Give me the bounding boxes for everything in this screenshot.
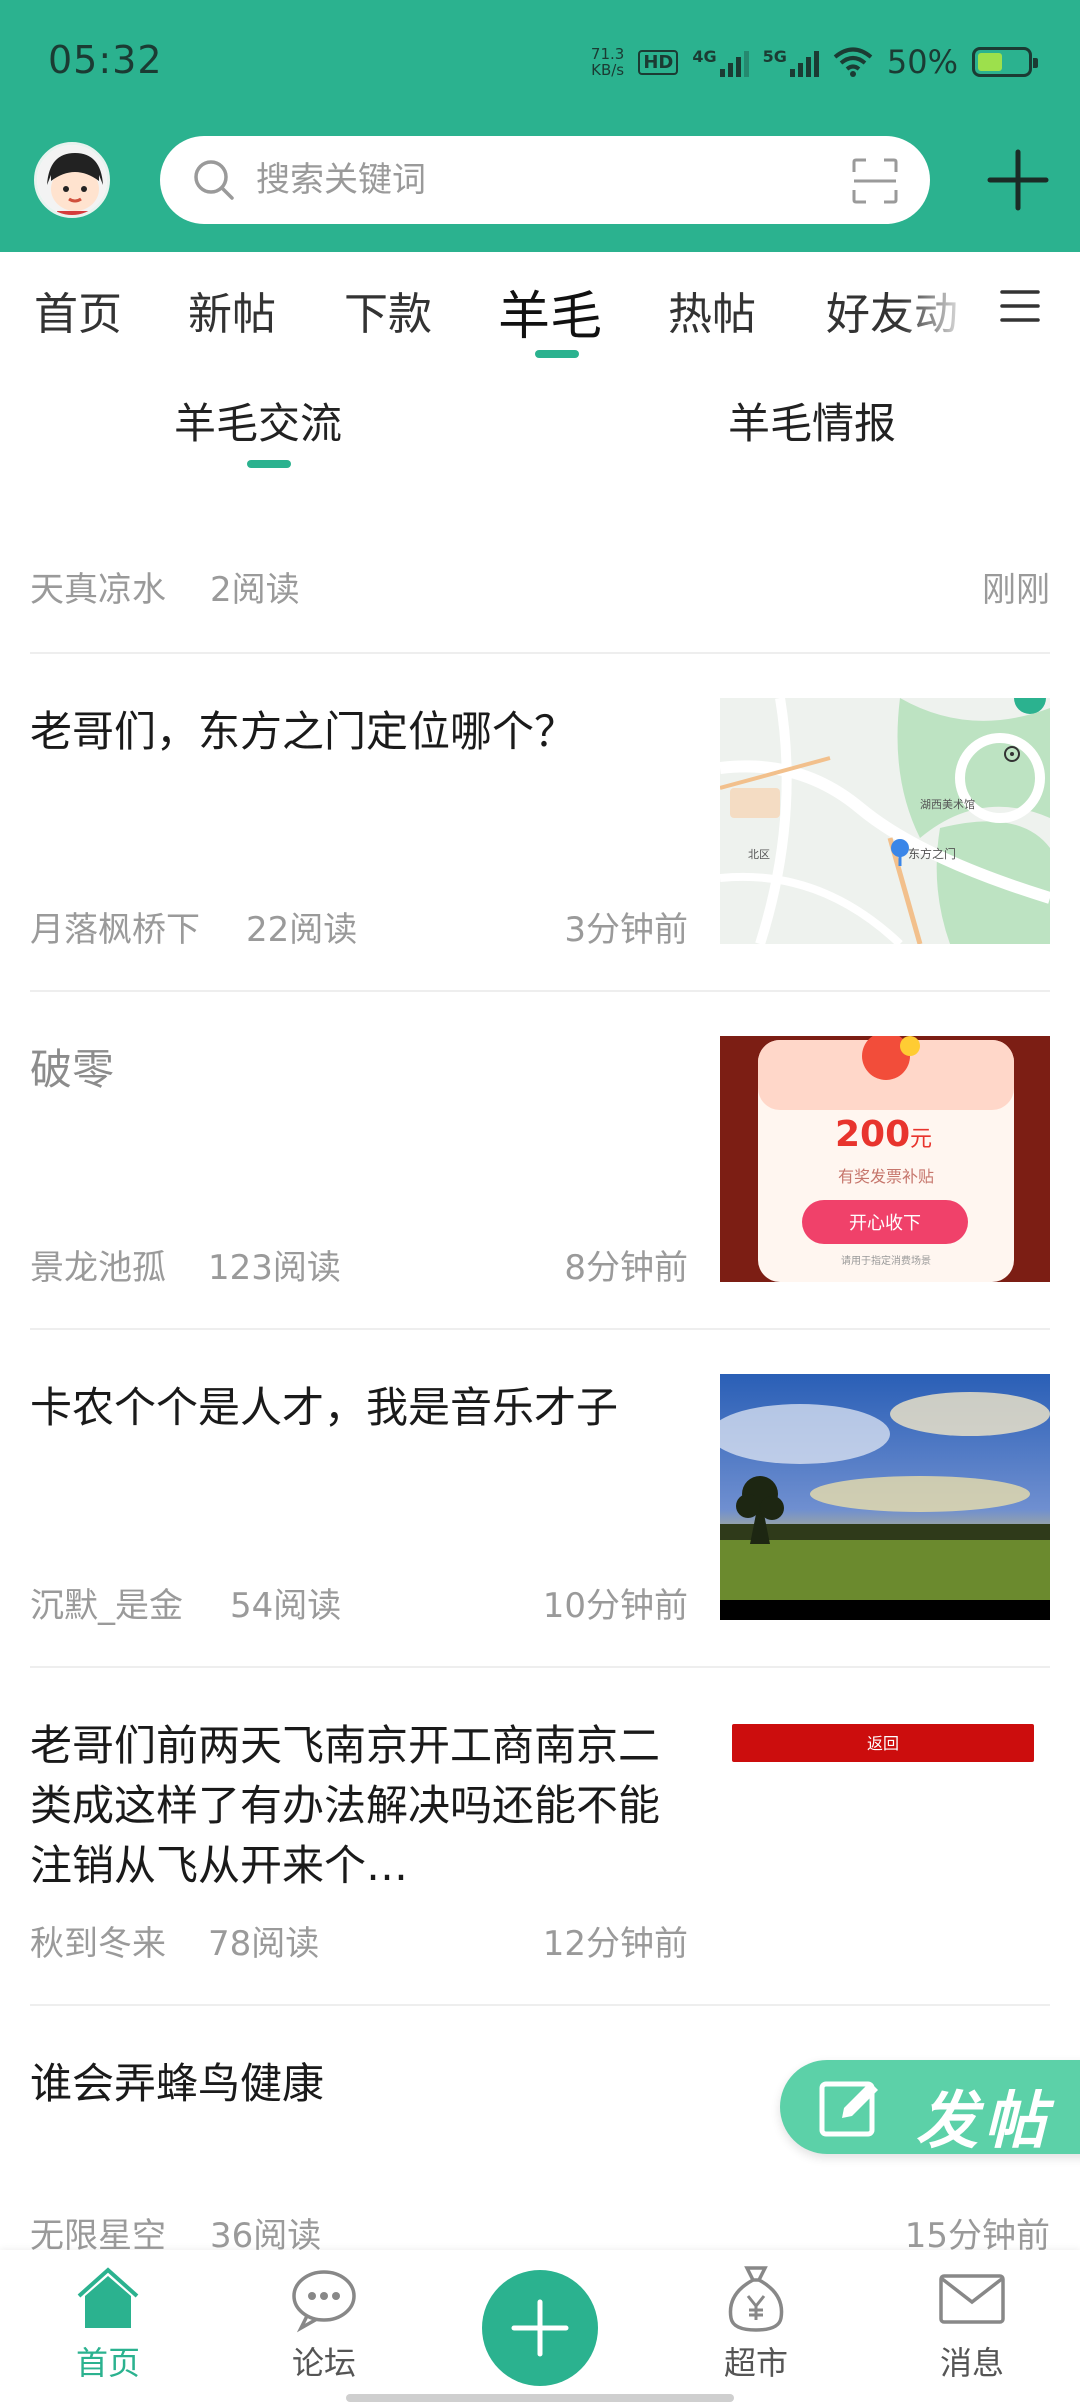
post-title: 谁会弄蜂鸟健康 <box>30 2059 325 2108</box>
user-avatar[interactable] <box>34 142 110 218</box>
post-title: 卡农个个是人才，我是音乐才子 <box>30 1383 619 1432</box>
battery-icon <box>972 47 1038 77</box>
divider <box>30 1328 1050 1330</box>
post-reads: 54阅读 <box>230 1586 342 1626</box>
back-button-label: 返回 <box>867 1734 899 1753</box>
map-label: 北区 <box>748 848 770 861</box>
post-author: 天真凉水 <box>30 570 166 610</box>
nav-home[interactable]: 首页 <box>38 2264 178 2384</box>
sub-tabs: 羊毛交流 羊毛情报 <box>0 364 1080 484</box>
tab-home[interactable]: 首页 <box>34 278 122 342</box>
post-reads: 78阅读 <box>208 1924 320 1964</box>
search-input[interactable] <box>256 136 816 224</box>
nav-forum-label: 论坛 <box>291 2344 356 2382</box>
add-icon <box>511 2299 569 2357</box>
post-title: 破零 <box>30 1045 115 1094</box>
post-meta: 秋到冬来 78阅读 12分钟前 <box>30 1916 688 1965</box>
net-speed-unit: KB/s <box>591 61 625 79</box>
category-tabs: 首页 新帖 下款 羊毛 热帖 好友动 <box>0 252 1080 364</box>
net-speed-value: 71.3 <box>590 45 625 63</box>
post-reads: 2阅读 <box>210 570 300 610</box>
post-time: 3分钟前 <box>564 910 688 950</box>
post-time: 刚刚 <box>982 570 1050 610</box>
divider <box>30 1666 1050 1668</box>
redpacket-unit: 元 <box>910 1127 932 1152</box>
battery-percent: 50% <box>886 43 958 81</box>
status-icons: 71.3 KB/s HD 4G 5G 50% <box>591 40 1038 84</box>
redpacket-amount: 200 <box>835 1114 910 1155</box>
nav-add-button[interactable] <box>482 2270 598 2386</box>
net-speed: 71.3 KB/s <box>591 46 624 78</box>
add-icon[interactable] <box>986 148 1050 212</box>
post-title: 老哥们前两天飞南京开工商南京二类成这样了有办法解决吗还能不能注销从飞从开来个… <box>30 1721 661 1890</box>
signal-5g-label: 5G <box>762 47 787 66</box>
post-time: 10分钟前 <box>542 1586 688 1626</box>
tab-wool[interactable]: 羊毛 <box>498 274 602 349</box>
tab-indicator <box>535 350 579 358</box>
back-thumb: 返回 <box>720 1712 1050 1958</box>
map-label: 东方之门 <box>908 846 956 861</box>
subtab-wool-intel[interactable]: 羊毛情报 <box>728 390 896 451</box>
scan-icon[interactable] <box>852 158 898 204</box>
new-post-label: 发帖 <box>916 2084 1053 2157</box>
app-header: 05:32 71.3 KB/s HD 4G 5G 50% <box>0 0 1080 252</box>
divider <box>30 990 1050 992</box>
signal-5g-icon: 5G <box>763 47 819 77</box>
post-reads: 22阅读 <box>246 910 358 950</box>
signal-4g-icon: 4G <box>692 47 749 77</box>
redpacket-note: 请用于指定消费场景 <box>841 1254 931 1267</box>
map-label: 湖西美术馆 <box>920 797 975 811</box>
post-author: 景龙池孤 <box>30 1248 166 1288</box>
avatar-image <box>37 145 107 215</box>
post-author: 月落枫桥下 <box>30 910 200 950</box>
nav-market-label: 超市 <box>723 2344 788 2382</box>
post-meta: 月落枫桥下 22阅读 3分钟前 <box>30 902 688 951</box>
nav-home-label: 首页 <box>75 2344 140 2382</box>
post-meta: 景龙池孤 123阅读 8分钟前 <box>30 1240 688 1289</box>
post-time: 12分钟前 <box>542 1924 688 1964</box>
post-author: 秋到冬来 <box>30 1924 166 1964</box>
redpacket-button: 开心收下 <box>849 1213 921 1234</box>
forum-icon <box>292 2270 356 2333</box>
post-meta: 沉默_是金 54阅读 10分钟前 <box>30 1578 688 1627</box>
nav-messages-label: 消息 <box>939 2344 1004 2382</box>
post-reads: 123阅读 <box>208 1248 341 1288</box>
home-icon <box>77 2267 139 2328</box>
edit-icon <box>819 2081 878 2137</box>
mail-icon <box>939 2274 1005 2324</box>
map-thumb: 东方之门 湖西美术馆 北区 <box>720 698 1050 944</box>
subtab-indicator <box>247 460 291 468</box>
tab-new-posts[interactable]: 新帖 <box>188 278 276 342</box>
redpacket-thumb: 200 元 有奖发票补贴 开心收下 请用于指定消费场景 <box>720 1036 1050 1282</box>
nav-messages[interactable]: 消息 <box>902 2264 1042 2384</box>
post-time: 8分钟前 <box>564 1248 688 1288</box>
money-bag-icon <box>728 2266 784 2332</box>
tab-hot[interactable]: 热帖 <box>668 278 756 342</box>
battery-level <box>978 53 1002 71</box>
post-author: 沉默_是金 <box>30 1586 183 1626</box>
divider <box>30 2004 1050 2006</box>
wifi-icon <box>833 47 873 77</box>
tab-loans[interactable]: 下款 <box>344 278 432 342</box>
hd-badge: HD <box>638 49 679 75</box>
post-title: 老哥们，东方之门定位哪个？ <box>30 707 577 756</box>
nav-market[interactable]: 超市 <box>686 2264 826 2384</box>
tab-fade <box>900 262 990 352</box>
status-time: 05:32 <box>48 38 163 82</box>
signal-4g-label: 4G <box>692 47 717 66</box>
divider <box>30 652 1050 654</box>
sunset-thumb <box>720 1374 1050 1620</box>
bottom-nav: 首页 论坛 超市 消息 <box>0 2250 1080 2408</box>
search-bar[interactable] <box>160 136 930 224</box>
new-post-button[interactable]: 发帖 <box>780 2060 1080 2157</box>
home-indicator <box>346 2394 734 2402</box>
redpacket-desc: 有奖发票补贴 <box>838 1167 934 1186</box>
menu-icon[interactable] <box>1000 286 1040 326</box>
nav-forum[interactable]: 论坛 <box>254 2264 394 2384</box>
search-icon <box>194 160 234 200</box>
subtab-wool-exchange[interactable]: 羊毛交流 <box>174 390 342 451</box>
